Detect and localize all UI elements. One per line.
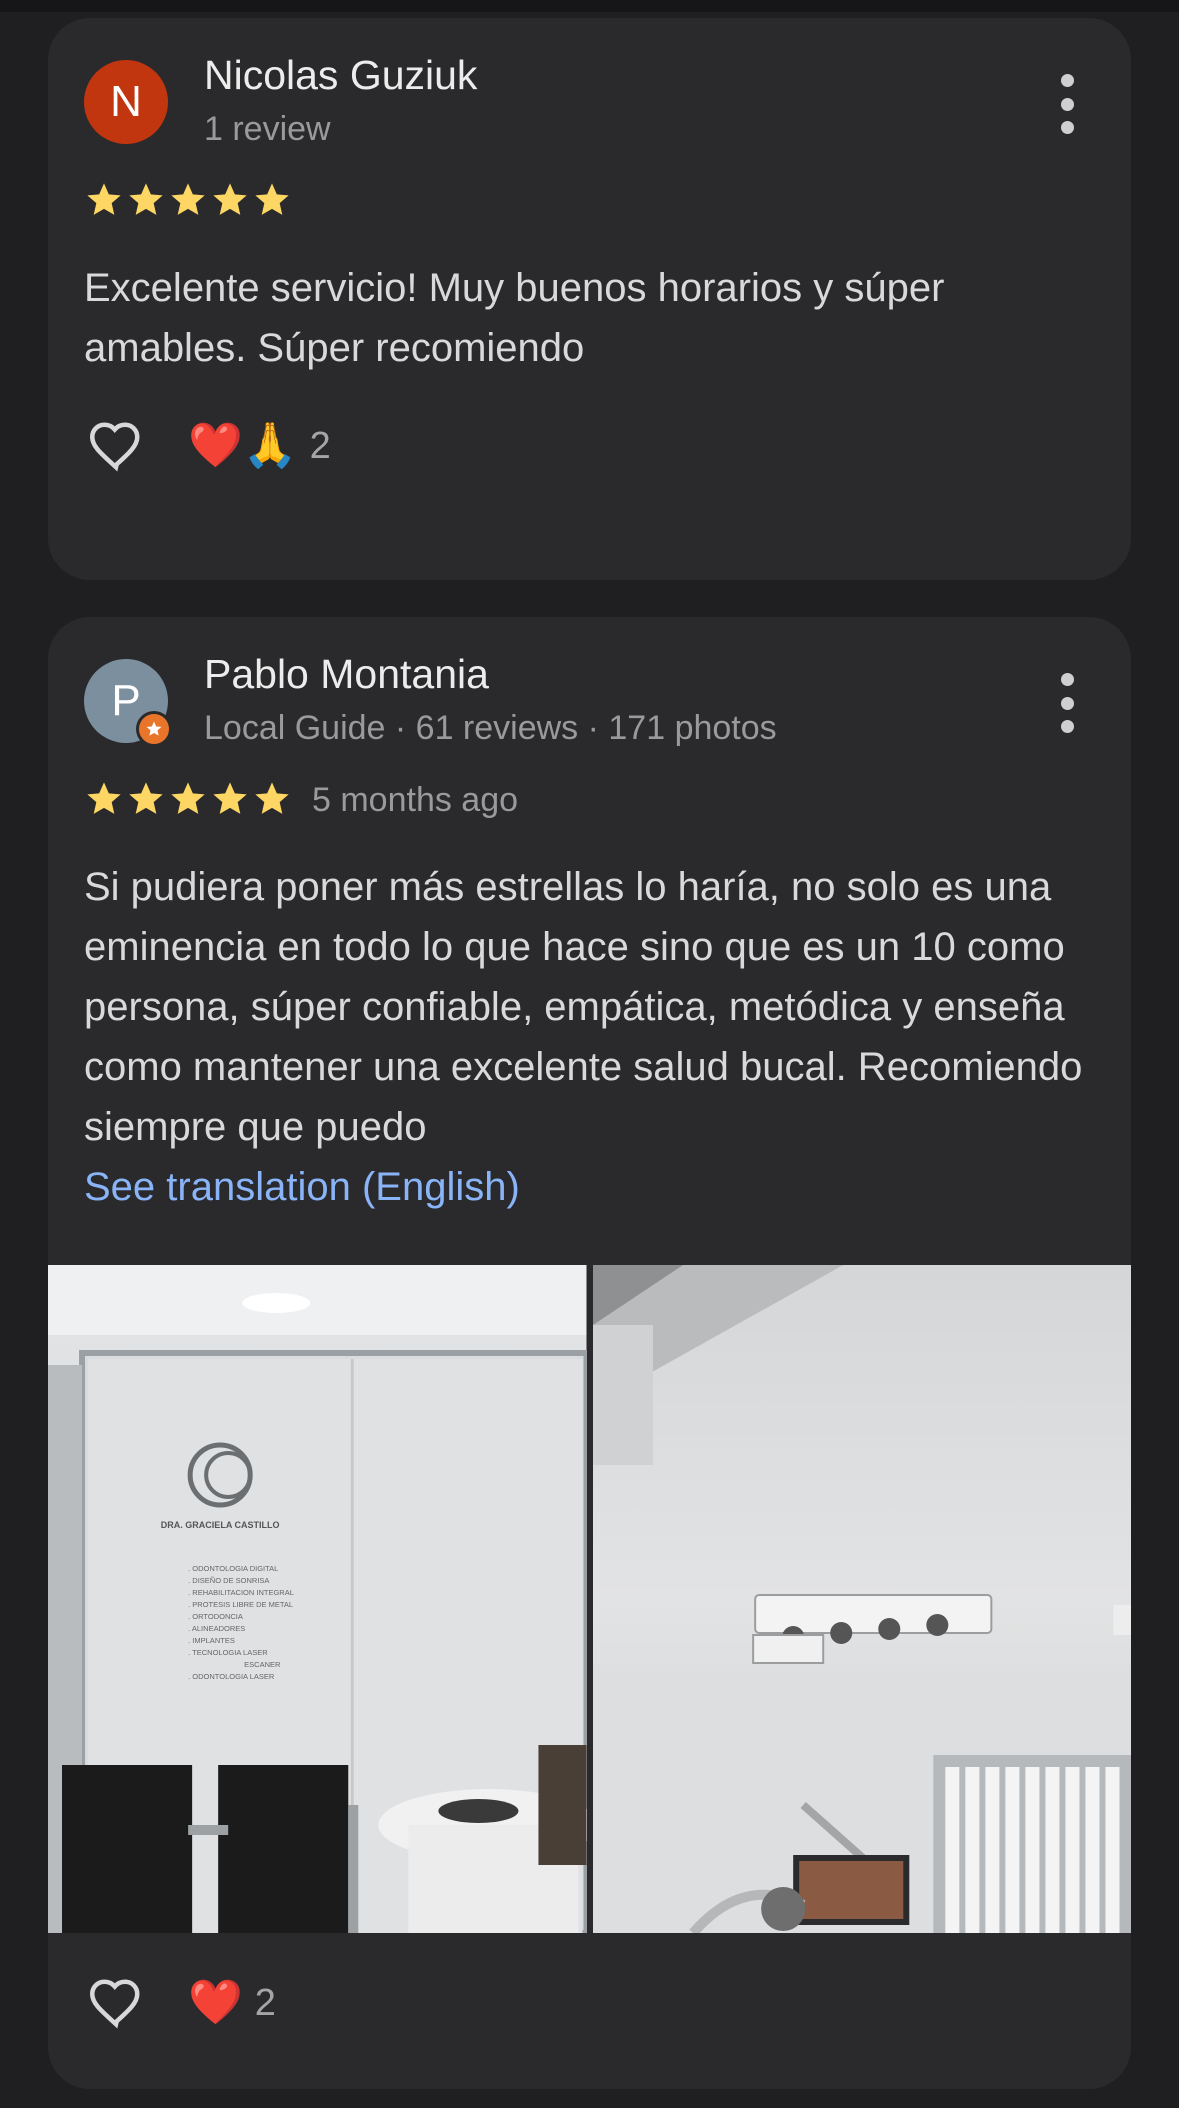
review-actions: ❤️ 2	[84, 1973, 276, 2033]
local-guide-badge-icon	[136, 711, 172, 747]
service-item: . ORTODONCIA	[188, 1612, 243, 1621]
review-actions: ❤️🙏 2	[84, 416, 331, 476]
star-icon	[213, 782, 247, 814]
star-icon	[129, 782, 163, 814]
star-icon	[87, 782, 121, 814]
star-rating	[84, 779, 292, 819]
heart-outline-icon[interactable]	[84, 1973, 148, 2033]
clinic-entrance-photo: DRA. GRACIELA CASTILLO . ODONTOLOGIA DIG…	[48, 1265, 587, 1933]
reviewer-name[interactable]: Nicolas Guziuk	[204, 52, 477, 99]
star-rating	[84, 180, 292, 220]
service-item: . ALINEADORES	[188, 1624, 245, 1633]
review-card: P Pablo Montania Local Guide · 61 review…	[48, 617, 1131, 2089]
reaction-count: 2	[254, 1981, 276, 2024]
review-time: 5 months ago	[312, 781, 519, 819]
heart-outline-icon[interactable]	[84, 416, 148, 476]
star-icon	[213, 183, 247, 215]
reviewer-meta: 1 review	[204, 110, 331, 148]
service-item: . PROTESIS LIBRE DE METAL	[188, 1600, 293, 1609]
service-item: . IMPLANTES	[188, 1636, 235, 1645]
clinic-name: DRA. GRACIELA CASTILLO	[161, 1520, 280, 1530]
avatar[interactable]: N	[84, 60, 168, 144]
review-photo[interactable]	[592, 1265, 1131, 1933]
reviewer-meta: Local Guide · 61 reviews · 171 photos	[204, 709, 777, 747]
star-icon	[255, 183, 289, 215]
reaction-count: 2	[309, 424, 331, 467]
star-icon	[171, 183, 205, 215]
more-options-icon[interactable]	[1055, 673, 1079, 733]
review-photos: DRA. GRACIELA CASTILLO . ODONTOLOGIA DIG…	[48, 1265, 1131, 1933]
star-icon	[255, 782, 289, 814]
review-card: N Nicolas Guziuk 1 review Excelente serv…	[48, 18, 1131, 580]
service-item: . ODONTOLOGIA LASER	[188, 1672, 275, 1681]
star-icon	[87, 183, 121, 215]
top-edge	[0, 0, 1179, 12]
review-photo[interactable]: DRA. GRACIELA CASTILLO . ODONTOLOGIA DIG…	[48, 1265, 587, 1933]
reactions-summary[interactable]: ❤️🙏 2	[188, 421, 331, 471]
reactions-summary[interactable]: ❤️ 2	[188, 1978, 276, 2028]
review-text: Excelente servicio! Muy buenos horarios …	[84, 266, 945, 370]
service-item: . DISEÑO DE SONRISA	[188, 1576, 269, 1585]
avatar[interactable]: P	[84, 659, 172, 747]
service-item: . ODONTOLOGIA DIGITAL	[188, 1564, 278, 1573]
service-item: . REHABILITACION INTEGRAL	[188, 1588, 294, 1597]
review-text: Si pudiera poner más estrellas lo haría,…	[84, 865, 1083, 1149]
treatment-room-photo	[592, 1265, 1131, 1933]
reaction-emojis: ❤️	[188, 1978, 243, 2027]
more-options-icon[interactable]	[1055, 74, 1079, 134]
see-translation-link[interactable]: See translation (English)	[84, 1165, 520, 1210]
star-icon	[129, 183, 163, 215]
reviewer-name[interactable]: Pablo Montania	[204, 651, 489, 698]
star-icon	[171, 782, 205, 814]
service-item: ESCANER	[244, 1660, 281, 1669]
reaction-emojis: ❤️🙏	[188, 421, 298, 470]
avatar-initial: N	[110, 77, 142, 126]
avatar-initial: P	[111, 676, 141, 725]
service-item: . TECNOLOGIA LASER	[188, 1648, 268, 1657]
